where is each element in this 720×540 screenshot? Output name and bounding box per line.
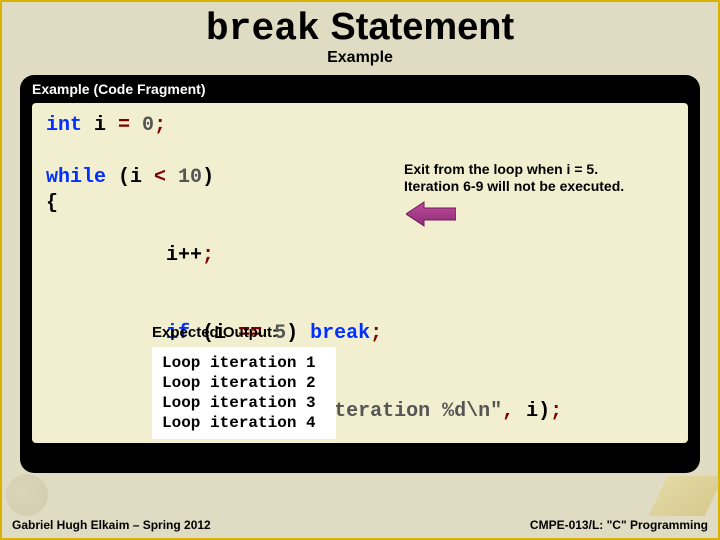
footer-left: Gabriel Hugh Elkaim – Spring 2012 (12, 518, 211, 532)
title-rest: Statement (320, 6, 514, 48)
panel-header: Example (Code Fragment) (20, 81, 700, 103)
arrow-icon (406, 201, 456, 227)
watermark-slug-icon (649, 476, 720, 516)
expected-output-label: Expected Output: (152, 323, 277, 343)
title-keyword: break (206, 8, 320, 51)
code-line-1: int i = 0; (46, 113, 674, 139)
example-panel: Example (Code Fragment) int i = 0; while… (20, 75, 700, 473)
code-line-6: if (i == 5) break; (46, 295, 674, 373)
code-line-8: } (46, 451, 674, 477)
code-line-5: i++; (46, 217, 674, 295)
annotation: Exit from the loop when i = 5. Iteration… (404, 161, 664, 195)
watermark-seal-icon (6, 474, 48, 516)
slide-title: break Statement (2, 2, 718, 51)
code-line-4: { (46, 191, 674, 217)
slide-subtitle: Example (2, 49, 718, 67)
annotation-line-1: Exit from the loop when i = 5. (404, 161, 664, 178)
expected-output: Loop iteration 1 Loop iteration 2 Loop i… (152, 347, 336, 439)
footer-right: CMPE-013/L: "C" Programming (530, 518, 708, 532)
code-line-7: printf("Loop iteration %d\n", i); (46, 373, 674, 451)
annotation-line-2: Iteration 6-9 will not be executed. (404, 178, 664, 195)
code-box: int i = 0; while (i < 10) { i++; if (i =… (32, 103, 688, 443)
